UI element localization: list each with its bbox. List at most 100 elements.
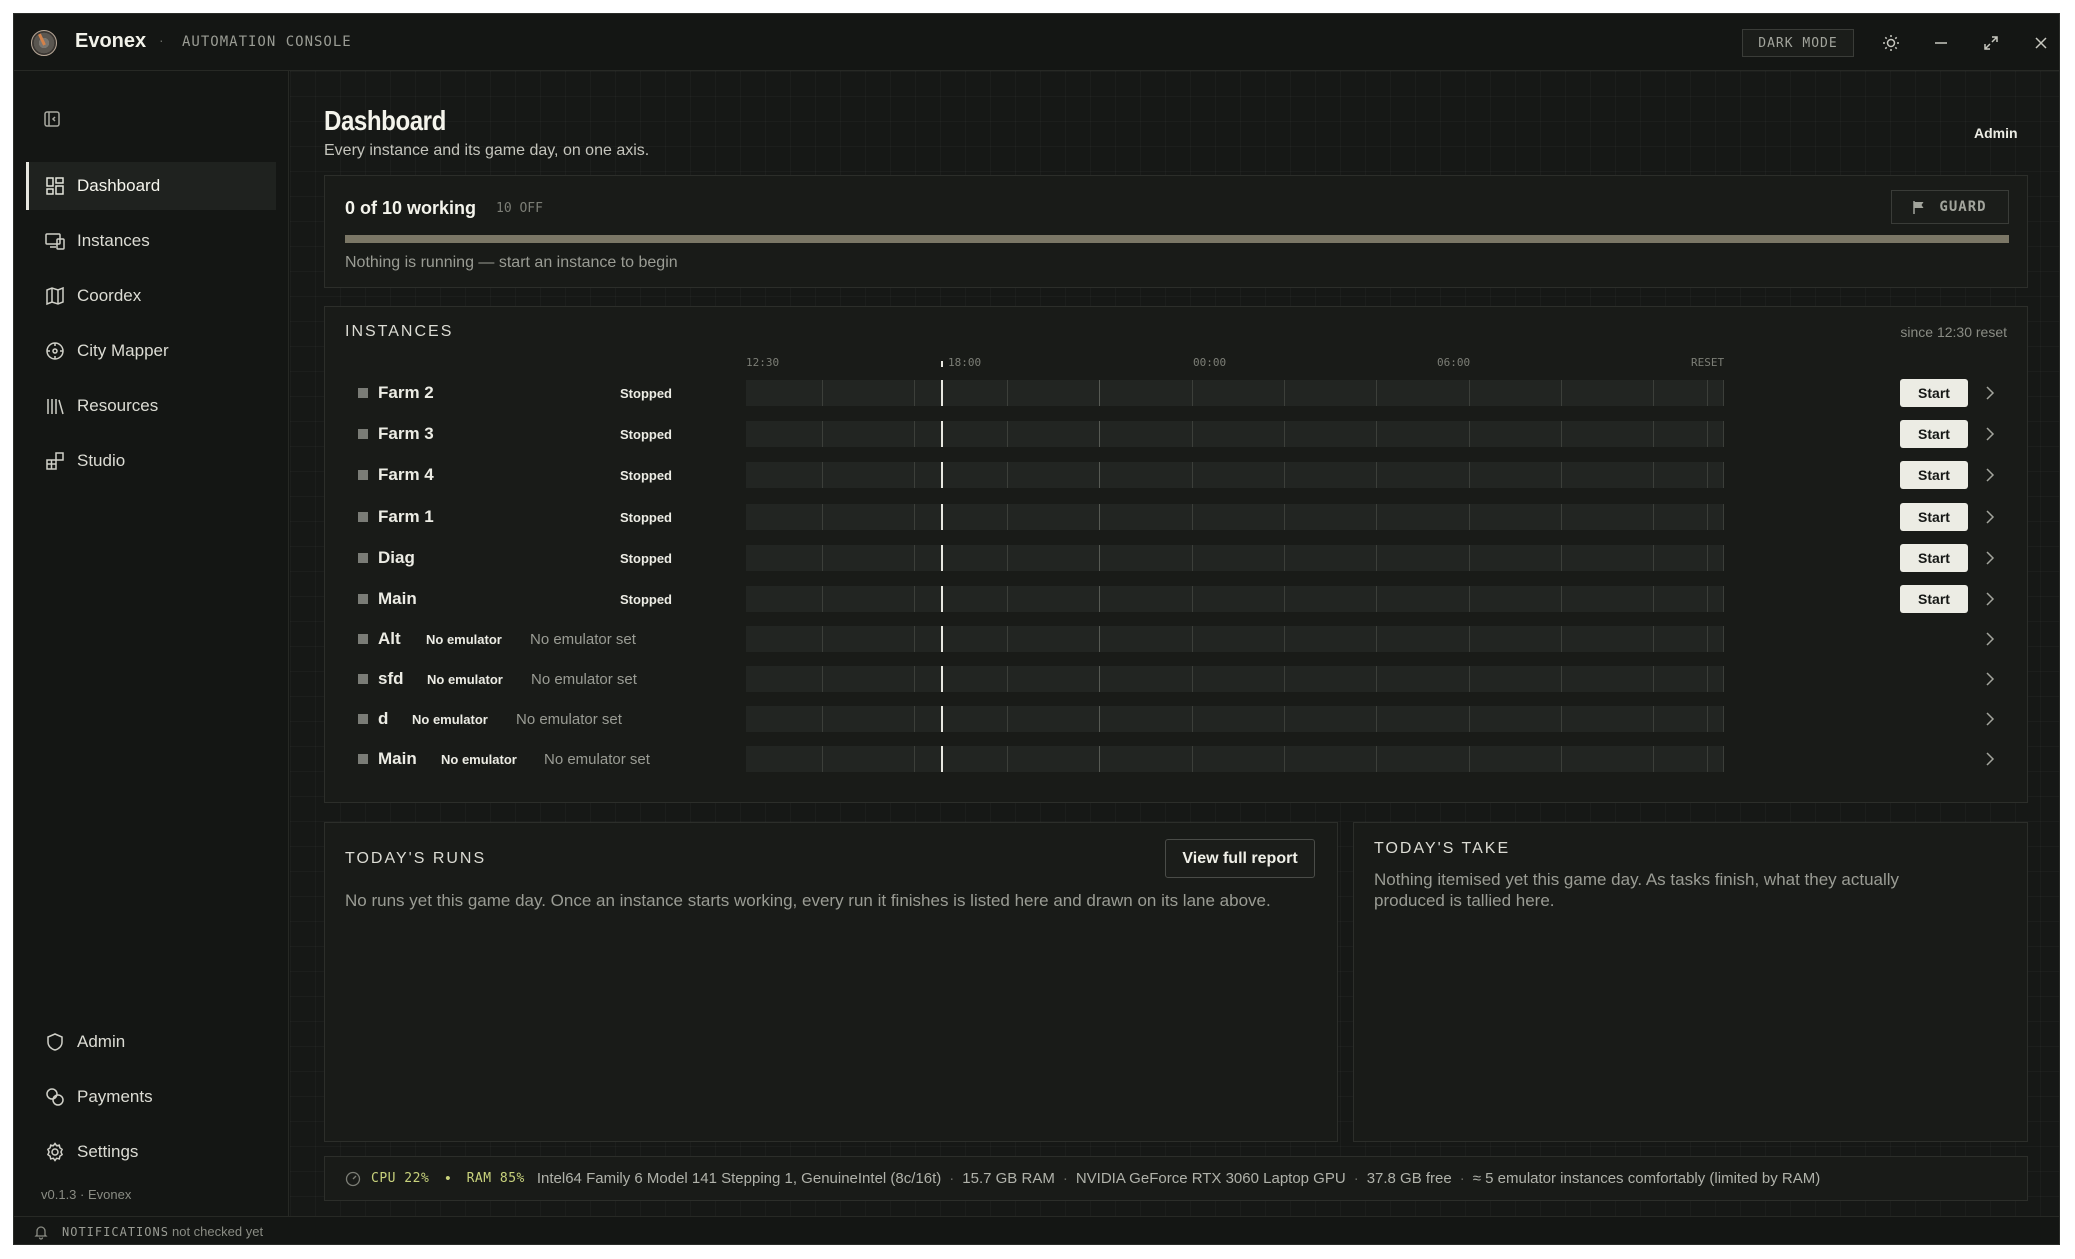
lane-gridline <box>822 504 823 530</box>
sidebar-item-payments[interactable]: Payments <box>26 1073 276 1121</box>
chevron-right-icon[interactable] <box>1980 463 2000 487</box>
lane-gridline <box>1099 421 1100 447</box>
capacity-estimate: ≈ 5 emulator instances comfortably (limi… <box>1472 1170 1821 1187</box>
take-title: TODAY'S TAKE <box>1374 840 1511 857</box>
chevron-right-icon[interactable] <box>1980 747 2000 771</box>
studio-icon <box>43 449 67 473</box>
sidebar-item-resources[interactable]: Resources <box>26 382 276 430</box>
info-separator: · <box>1062 1170 1068 1187</box>
sidebar-item-studio[interactable]: Studio <box>26 437 276 485</box>
sidebar-item-city-mapper[interactable]: City Mapper <box>26 327 276 375</box>
instance-name: Farm 1 <box>378 507 434 526</box>
lane-gridline <box>1707 504 1708 530</box>
lane-gridline <box>1192 706 1193 732</box>
sidebar-item-dashboard[interactable]: Dashboard <box>26 162 276 210</box>
chevron-right-icon[interactable] <box>1980 422 2000 446</box>
meter-separator: • <box>445 1170 451 1187</box>
lane-gridline <box>1099 706 1100 732</box>
instance-row[interactable]: Farm 1 Stopped Start <box>325 497 2027 537</box>
lane-gridline <box>1099 545 1100 571</box>
instance-lane <box>746 666 1724 692</box>
view-full-report-button[interactable]: View full report <box>1165 839 1315 878</box>
lane-now-marker <box>941 545 943 571</box>
gear-icon <box>43 1140 67 1164</box>
instance-state-square <box>358 674 368 684</box>
chevron-right-icon[interactable] <box>1980 505 2000 529</box>
app-version: v0.1.3 · Evonex <box>41 1187 132 1202</box>
lane-gridline <box>1376 746 1377 772</box>
sidebar-collapse-icon[interactable] <box>42 109 66 133</box>
off-count: 10 OFF <box>496 201 543 216</box>
instance-row[interactable]: Farm 3 Stopped Start <box>325 414 2027 454</box>
start-button[interactable]: Start <box>1900 420 1968 448</box>
sidebar-item-coordex[interactable]: Coordex <box>26 272 276 320</box>
instance-row[interactable]: Main Stopped Start <box>325 579 2027 619</box>
evonex-logo-icon <box>31 30 57 56</box>
lane-gridline <box>1707 706 1708 732</box>
instance-state-square <box>358 754 368 764</box>
runs-title: TODAY'S RUNS <box>345 850 487 867</box>
lane-gridline <box>1099 666 1100 692</box>
start-button[interactable]: Start <box>1900 544 1968 572</box>
instance-state-square <box>358 553 368 563</box>
instance-note: No emulator set <box>544 751 650 768</box>
lane-gridline <box>1192 666 1193 692</box>
lane-gridline <box>1376 626 1377 652</box>
lane-now-marker <box>941 626 943 652</box>
lane-now-marker <box>941 666 943 692</box>
close-icon[interactable] <box>2028 30 2054 56</box>
sun-icon[interactable] <box>1878 30 1904 56</box>
sidebar-item-label: Dashboard <box>77 176 161 195</box>
instance-row[interactable]: sfd No emulator No emulator set <box>325 659 2027 699</box>
chevron-right-icon[interactable] <box>1980 707 2000 731</box>
instance-row[interactable]: Farm 2 Stopped Start <box>325 373 2027 413</box>
instance-row[interactable]: Alt No emulator No emulator set <box>325 619 2027 659</box>
instance-row[interactable]: Diag Stopped Start <box>325 538 2027 578</box>
ram-meter: RAM 85% <box>466 1171 525 1186</box>
instance-name: Farm 2 <box>378 383 434 402</box>
sidebar-item-instances[interactable]: Instances <box>26 217 276 265</box>
lane-gridline <box>914 626 915 652</box>
instance-row[interactable]: Farm 4 Stopped Start <box>325 455 2027 495</box>
instance-state-square <box>358 634 368 644</box>
lane-gridline <box>1707 545 1708 571</box>
chevron-right-icon[interactable] <box>1980 546 2000 570</box>
take-empty-message: Nothing itemised yet this game day. As t… <box>1374 870 1900 910</box>
lane-end-line <box>1723 626 1724 652</box>
chevron-right-icon[interactable] <box>1980 587 2000 611</box>
lane-gridline <box>1376 586 1377 612</box>
minimize-icon[interactable] <box>1928 30 1954 56</box>
instance-status: No emulator <box>426 632 502 647</box>
bell-icon[interactable] <box>33 1224 49 1240</box>
maximize-icon[interactable] <box>1978 30 2004 56</box>
chevron-right-icon[interactable] <box>1980 381 2000 405</box>
instance-note: No emulator set <box>530 631 636 648</box>
start-button[interactable]: Start <box>1900 585 1968 613</box>
now-marker <box>941 361 943 367</box>
start-button[interactable]: Start <box>1900 461 1968 489</box>
lane-end-line <box>1723 746 1724 772</box>
chevron-right-icon[interactable] <box>1980 627 2000 651</box>
guard-button[interactable]: GUARD <box>1891 190 2009 224</box>
lane-gridline <box>822 586 823 612</box>
sidebar-item-admin[interactable]: Admin <box>26 1018 276 1066</box>
lane-gridline <box>1707 380 1708 406</box>
instance-row[interactable]: d No emulator No emulator set <box>325 699 2027 739</box>
todays-take-panel: TODAY'S TAKE Nothing itemised yet this g… <box>1353 822 2028 1142</box>
sidebar-item-label: Studio <box>77 451 126 470</box>
instance-name: Alt <box>378 629 401 648</box>
instance-row[interactable]: Main No emulator No emulator set <box>325 739 2027 779</box>
lane-now-marker <box>941 746 943 772</box>
info-separator: · <box>1353 1170 1359 1187</box>
sidebar-item-settings[interactable]: Settings <box>26 1128 276 1176</box>
lane-now-marker <box>941 421 943 447</box>
app-subtitle: AUTOMATION CONSOLE <box>182 34 352 50</box>
notifications-label[interactable]: NOTIFICATIONS <box>62 1225 169 1239</box>
chevron-right-icon[interactable] <box>1980 667 2000 691</box>
lane-gridline <box>1376 545 1377 571</box>
lane-gridline <box>914 504 915 530</box>
start-button[interactable]: Start <box>1900 503 1968 531</box>
lane-gridline <box>1007 421 1008 447</box>
start-button[interactable]: Start <box>1900 379 1968 407</box>
dark-mode-button[interactable]: DARK MODE <box>1742 29 1854 57</box>
